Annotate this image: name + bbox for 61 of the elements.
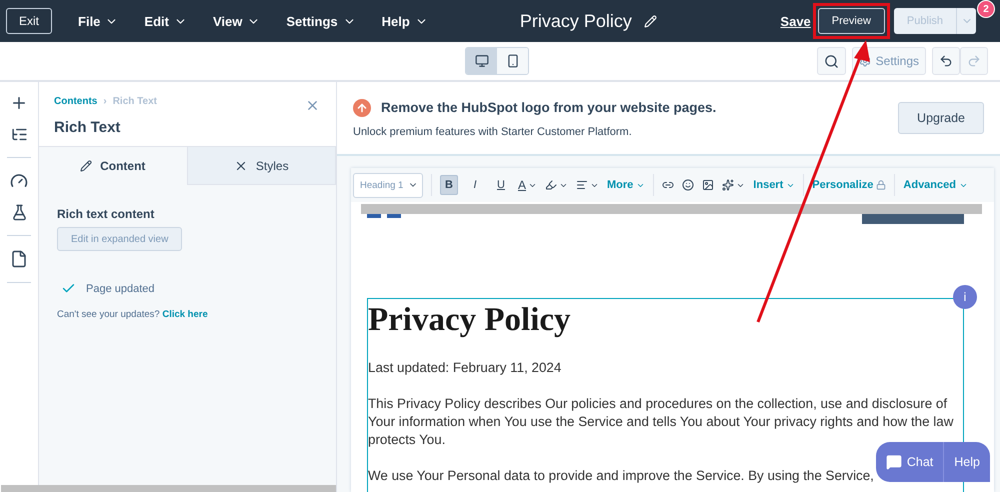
- menu-item[interactable]: Help: [382, 14, 428, 28]
- search-icon: [824, 54, 839, 68]
- align-left-icon[interactable]: [576, 179, 600, 191]
- arrow-up-icon: [353, 98, 371, 116]
- document-paragraph: Last updated: February 11, 2024: [368, 359, 562, 377]
- menu-item[interactable]: Settings: [286, 14, 356, 28]
- monitor-icon: [474, 54, 488, 68]
- menu-item[interactable]: View: [212, 14, 260, 28]
- plus-icon[interactable]: [10, 94, 28, 112]
- format-button[interactable]: I: [466, 175, 484, 195]
- device-toggle[interactable]: [497, 48, 528, 74]
- preview-button[interactable]: Preview: [818, 8, 885, 34]
- panel-title: Rich Text: [54, 119, 122, 136]
- info-badge[interactable]: i: [953, 285, 977, 309]
- chat-button[interactable]: Chat: [876, 442, 944, 482]
- phone-icon: [506, 54, 520, 68]
- pencil-icon[interactable]: [644, 14, 657, 28]
- breadcrumb-link[interactable]: Contents: [54, 96, 98, 107]
- highlighter-icon[interactable]: [545, 179, 568, 191]
- upgrade-button[interactable]: Upgrade: [898, 102, 984, 134]
- format-button[interactable]: U: [492, 175, 510, 195]
- gauge-icon[interactable]: [10, 172, 28, 190]
- sparkle-icon[interactable]: [722, 179, 746, 191]
- breadcrumb-current: Rich Text: [112, 96, 157, 107]
- exit-button[interactable]: Exit: [6, 8, 52, 34]
- flask-icon[interactable]: [10, 204, 28, 221]
- undo-icon: [939, 54, 953, 68]
- image-icon[interactable]: [702, 179, 714, 191]
- nav-mark: [387, 214, 401, 218]
- format-button[interactable]: B: [440, 175, 458, 195]
- gear-icon: [858, 55, 871, 67]
- document-paragraph: We use Your Personal data to provide and improve the Service. By using the Service,: [368, 467, 875, 485]
- search-button[interactable]: [816, 47, 846, 75]
- document-heading: Privacy Policy: [368, 301, 572, 340]
- hint-text: Can't see your updates? Click here: [57, 309, 208, 320]
- menu-item[interactable]: File: [78, 14, 118, 28]
- redo-icon: [967, 54, 981, 68]
- field-label: Rich text content: [57, 207, 154, 221]
- chat-bubble-icon: [886, 454, 902, 470]
- banner-title: Remove the HubSpot logo from your website pages.: [381, 100, 716, 115]
- undo-button[interactable]: [932, 47, 960, 75]
- save-link[interactable]: Save: [780, 14, 811, 28]
- tree-icon[interactable]: [10, 126, 28, 143]
- smiley-icon[interactable]: [682, 179, 694, 191]
- link-icon[interactable]: [662, 179, 674, 191]
- status-text: Page updated: [86, 282, 155, 294]
- menu-item[interactable]: Edit: [144, 14, 187, 28]
- device-toggle[interactable]: [466, 48, 497, 74]
- close-button[interactable]: [305, 98, 320, 113]
- page-title: Privacy Policy: [520, 10, 632, 32]
- panel-tab[interactable]: Styles: [188, 147, 336, 185]
- lock-icon: [876, 180, 886, 190]
- breadcrumb-separator: ›: [103, 96, 107, 107]
- text-color-button[interactable]: A: [518, 178, 538, 192]
- nav-mark: [367, 214, 381, 218]
- notification-badge: 2: [977, 0, 995, 18]
- pencil-icon: [80, 160, 92, 172]
- banner-subtitle: Unlock premium features with Starter Customer Platform.: [353, 126, 633, 138]
- document-icon[interactable]: [10, 250, 28, 268]
- scrollbar[interactable]: [361, 204, 982, 214]
- scrollbar[interactable]: [1, 485, 336, 492]
